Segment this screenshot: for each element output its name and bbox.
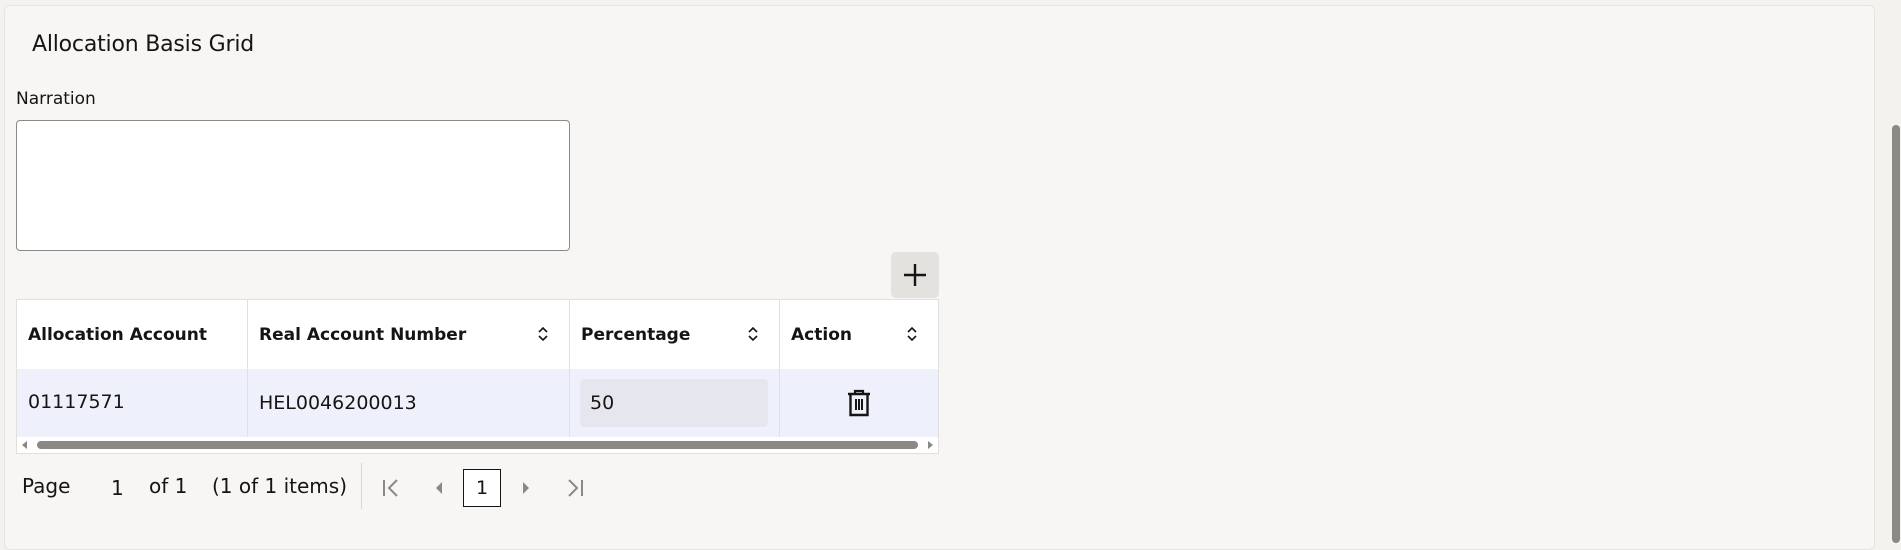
column-header-real-account-number[interactable]: Real Account Number [248,300,570,369]
action-cell [780,369,938,437]
scroll-right-icon[interactable] [925,440,935,450]
scroll-left-icon[interactable] [20,440,30,450]
sort-icon[interactable] [906,325,918,343]
plus-icon [904,264,926,286]
allocation-basis-panel [4,5,1875,550]
table-row[interactable]: 01117571 HEL0046200013 [17,369,938,437]
column-header-percentage[interactable]: Percentage [570,300,780,369]
narration-field[interactable] [16,120,570,251]
column-header-action[interactable]: Action [780,300,938,369]
percentage-cell [570,369,780,437]
previous-page-icon[interactable] [433,480,445,496]
sort-icon[interactable] [537,325,549,343]
vertical-scroll-thumb[interactable] [1892,125,1900,543]
trash-icon[interactable] [845,388,873,418]
percentage-input[interactable] [580,379,768,427]
allocation-grid: Allocation Account Real Account Number P… [16,299,939,454]
grid-header-row: Allocation Account Real Account Number P… [17,300,938,370]
last-page-icon[interactable] [565,477,585,499]
current-page-button[interactable]: 1 [463,469,501,507]
horizontal-scrollbar[interactable] [17,437,938,453]
section-title: Allocation Basis Grid [32,32,255,57]
column-header-label: Real Account Number [259,324,467,345]
horizontal-scroll-thumb[interactable] [37,441,918,449]
column-header-label: Action [791,324,852,345]
first-page-icon[interactable] [381,477,401,499]
next-page-icon[interactable] [520,480,532,496]
sort-icon[interactable] [747,325,759,343]
column-header-label: Allocation Account [28,324,208,345]
real-account-number-cell: HEL0046200013 [248,369,570,437]
allocation-account-cell: 01117571 [17,369,248,437]
add-row-button[interactable] [891,252,939,298]
pager-divider [361,463,362,509]
narration-label: Narration [16,89,96,109]
page-label: Page [22,474,71,498]
page-number-value[interactable]: 1 [111,476,124,500]
column-header-allocation-account: Allocation Account [17,300,248,369]
items-count-label: (1 of 1 items) [212,474,348,498]
page-count-label: of 1 [149,474,188,498]
allocation-account-value: 01117571 [28,391,125,413]
real-account-number-value: HEL0046200013 [259,392,417,414]
column-header-label: Percentage [581,324,691,345]
